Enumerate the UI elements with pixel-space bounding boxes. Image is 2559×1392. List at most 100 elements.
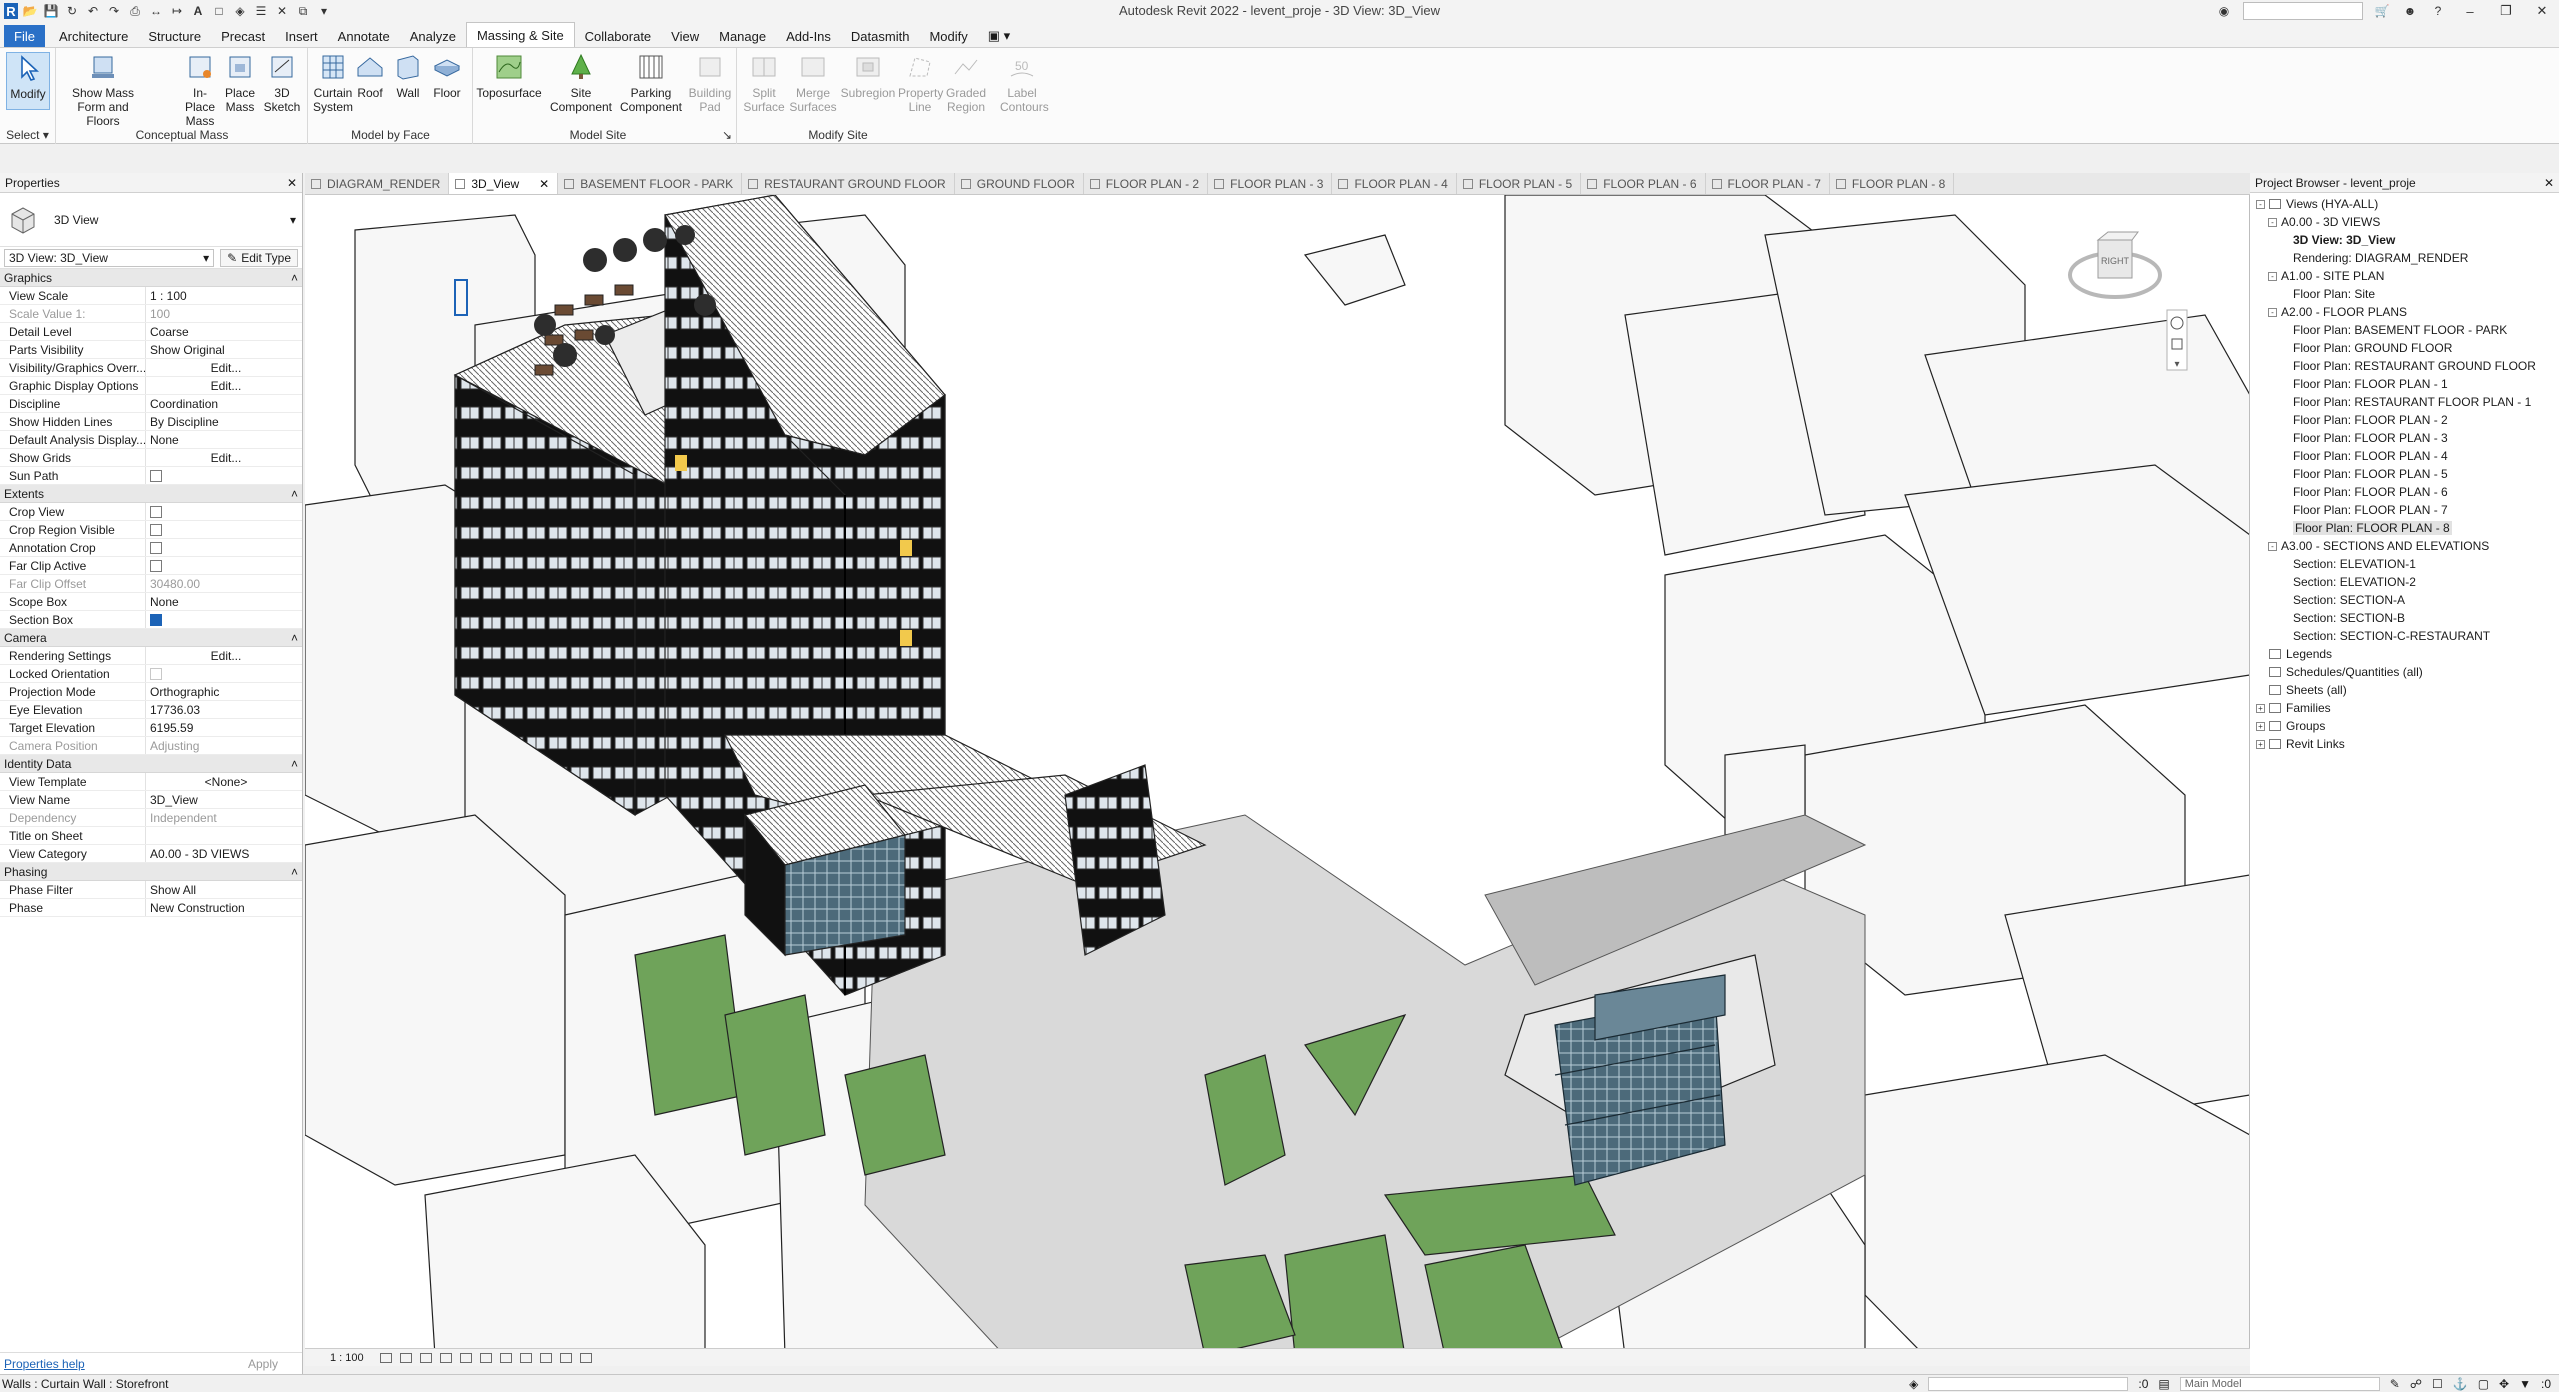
property-value[interactable]: Edit... — [146, 359, 302, 376]
lock-3d-view-icon[interactable] — [519, 1352, 532, 1363]
browser-node[interactable]: Floor Plan: FLOOR PLAN - 7 — [2250, 501, 2559, 519]
checkbox[interactable] — [150, 559, 162, 572]
group-label-select[interactable]: Select ▾ — [0, 128, 55, 142]
collapse-icon[interactable]: ˄ — [291, 631, 298, 645]
property-value[interactable]: A0.00 - 3D VIEWS — [146, 845, 302, 862]
collapse-icon[interactable]: ˄ — [291, 487, 298, 501]
ribbon-tab-file[interactable]: File — [4, 25, 45, 47]
sync-icon[interactable]: ↻ — [63, 3, 81, 19]
editable-only-icon[interactable]: ✎ — [2390, 1377, 2400, 1391]
browser-node[interactable]: Section: SECTION-A — [2250, 591, 2559, 609]
3d-sketch-button[interactable]: 3D Sketch — [260, 52, 304, 114]
select-underlay-icon[interactable]: ☐ — [2432, 1377, 2443, 1391]
building-pad-button[interactable]: Building Pad — [686, 52, 734, 114]
in-place-mass-button[interactable]: In-Place Mass — [178, 52, 222, 128]
design-options-icon[interactable]: ▤ — [2158, 1377, 2169, 1391]
site-component-button[interactable]: Site Component — [548, 52, 614, 114]
browser-node[interactable]: Floor Plan: FLOOR PLAN - 5 — [2250, 465, 2559, 483]
close-hidden-icon[interactable]: ✕ — [273, 3, 291, 19]
drag-on-selection-icon[interactable]: ✥ — [2499, 1377, 2509, 1391]
browser-node[interactable]: 3D View: 3D_View — [2250, 231, 2559, 249]
view-tab[interactable]: FLOOR PLAN - 8 — [1830, 173, 1955, 194]
label-contours-button[interactable]: 50 Label Contours — [1000, 52, 1049, 114]
checkbox[interactable] — [150, 469, 162, 482]
property-value[interactable]: <None> — [146, 773, 302, 790]
minimize-button[interactable]: – — [2457, 4, 2483, 19]
property-value[interactable]: Show Original — [146, 341, 302, 358]
property-value[interactable] — [146, 611, 302, 628]
property-value[interactable]: By Discipline — [146, 413, 302, 430]
browser-node[interactable]: - A0.00 - 3D VIEWS — [2250, 213, 2559, 231]
close-icon[interactable]: ✕ — [2544, 176, 2554, 190]
checkbox[interactable] — [150, 541, 162, 554]
type-selector[interactable]: 3D View ▾ — [0, 193, 302, 247]
3d-viewport[interactable]: RIGHT ▾ — [305, 195, 2250, 1356]
wall-button[interactable]: Wall — [389, 52, 427, 100]
ribbon-tab-analyze[interactable]: Analyze — [400, 25, 466, 47]
property-value[interactable]: None — [146, 431, 302, 448]
browser-node[interactable]: Section: SECTION-B — [2250, 609, 2559, 627]
select-links-icon[interactable]: ☍ — [2410, 1377, 2422, 1391]
browser-node[interactable]: Floor Plan: FLOOR PLAN - 4 — [2250, 447, 2559, 465]
browser-node[interactable]: Rendering: DIAGRAM_RENDER — [2250, 249, 2559, 267]
ribbon-tab-modify[interactable]: Modify — [919, 25, 977, 47]
property-value[interactable]: New Construction — [146, 899, 302, 916]
browser-node[interactable]: - A3.00 - SECTIONS AND ELEVATIONS — [2250, 537, 2559, 555]
view-tab[interactable]: FLOOR PLAN - 3 — [1208, 173, 1333, 194]
group-label-model-site[interactable]: Model Site ↘ — [474, 128, 736, 142]
collapse-icon[interactable]: ˄ — [291, 865, 298, 879]
show-mass-button[interactable]: Show Mass Form and Floors — [71, 52, 135, 128]
property-value[interactable] — [146, 467, 302, 484]
ribbon-tab-view[interactable]: View — [661, 25, 709, 47]
edit-type-button[interactable]: ✎ Edit Type — [220, 248, 298, 267]
graded-region-button[interactable]: Graded Region — [944, 52, 988, 114]
thin-lines-icon[interactable]: ☰ — [252, 3, 270, 19]
toposurface-button[interactable]: Toposurface — [476, 52, 542, 100]
close-window-button[interactable]: ✕ — [2529, 3, 2555, 19]
view-tab[interactable]: FLOOR PLAN - 2 — [1084, 173, 1209, 194]
ribbon-tab-structure[interactable]: Structure — [138, 25, 211, 47]
floor-button[interactable]: Floor — [427, 52, 467, 100]
property-value[interactable]: None — [146, 593, 302, 610]
property-value[interactable] — [146, 521, 302, 538]
property-value[interactable]: 1 : 100 — [146, 287, 302, 304]
crop-region-icon[interactable] — [499, 1352, 512, 1363]
dimension-icon[interactable]: ↦ — [168, 3, 186, 19]
workset-field[interactable] — [1928, 1377, 2129, 1391]
browser-node[interactable]: Schedules/Quantities (all) — [2250, 663, 2559, 681]
expand-toggle-icon[interactable]: + — [2256, 739, 2265, 749]
roof-button[interactable]: Roof — [351, 52, 389, 100]
browser-node[interactable]: Floor Plan: FLOOR PLAN - 8 — [2250, 519, 2559, 537]
category-camera[interactable]: Camera ˄ — [0, 629, 302, 647]
search-input[interactable] — [2243, 2, 2363, 20]
split-surface-button[interactable]: Split Surface — [742, 52, 786, 114]
property-value[interactable]: Coordination — [146, 395, 302, 412]
browser-node[interactable]: Floor Plan: FLOOR PLAN - 1 — [2250, 375, 2559, 393]
default-3d-icon[interactable]: □ — [210, 3, 228, 19]
property-value[interactable] — [146, 539, 302, 556]
ribbon-tab-insert[interactable]: Insert — [275, 25, 328, 47]
browser-node[interactable]: Section: SECTION-C-RESTAURANT — [2250, 627, 2559, 645]
view-tab[interactable]: DIAGRAM_RENDER — [305, 173, 450, 194]
checkbox[interactable] — [150, 505, 162, 518]
worksharing-display-icon[interactable] — [579, 1352, 592, 1363]
property-value[interactable] — [146, 503, 302, 520]
select-by-face-icon[interactable]: ▢ — [2478, 1377, 2489, 1391]
property-value[interactable] — [146, 827, 302, 844]
switch-windows-icon[interactable]: ⧉ — [294, 3, 312, 19]
property-value[interactable]: Orthographic — [146, 683, 302, 700]
property-value[interactable]: 17736.03 — [146, 701, 302, 718]
collapse-icon[interactable]: ˄ — [291, 757, 298, 771]
user-icon[interactable]: ☻ — [2401, 3, 2419, 19]
view-tab[interactable]: FLOOR PLAN - 7 — [1706, 173, 1830, 194]
checkbox[interactable] — [150, 613, 162, 626]
browser-node[interactable]: + Groups — [2250, 717, 2559, 735]
modify-button[interactable]: Modify — [6, 52, 50, 110]
filter-icon[interactable]: ▼ — [2519, 1377, 2531, 1391]
ribbon-tab-annotate[interactable]: Annotate — [328, 25, 400, 47]
view-scale[interactable]: 1 : 100 — [330, 1352, 364, 1364]
browser-node[interactable]: Floor Plan: FLOOR PLAN - 3 — [2250, 429, 2559, 447]
shadows-icon[interactable] — [439, 1352, 452, 1363]
navigation-bar[interactable]: ▾ — [2166, 309, 2188, 371]
print-icon[interactable]: ⎙ — [126, 3, 144, 19]
